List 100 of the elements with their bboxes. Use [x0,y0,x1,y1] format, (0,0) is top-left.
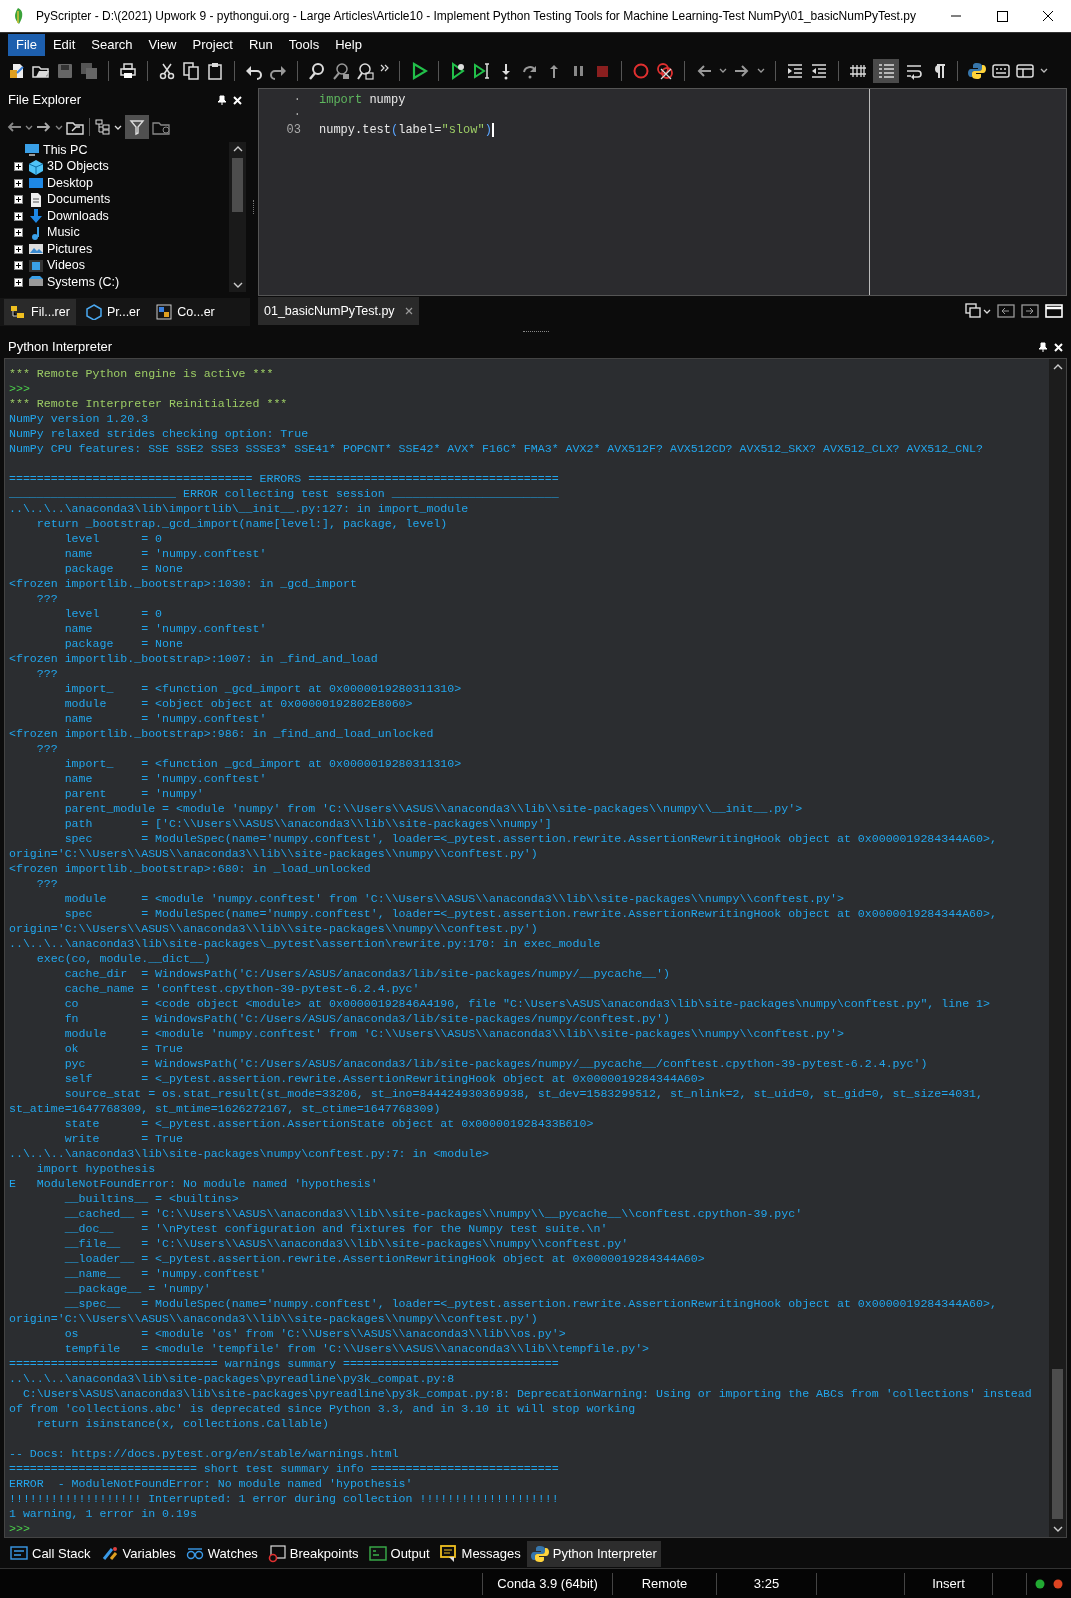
console-line: tempfile = <module 'tempfile' from 'C:\\Users\\ASUS\\anaconda3\\lib\\tempfile.py'> [63,1342,650,1355]
panel-tab[interactable]: Pr...er [79,299,147,325]
panel-tab[interactable]: Output [364,1541,434,1567]
project-icon [85,304,102,320]
code-explorer-icon [156,304,173,320]
expand-icon[interactable] [14,162,23,172]
expand-icon[interactable] [14,195,23,205]
panel-tab[interactable]: Watches [181,1541,262,1567]
hash-icon[interactable] [849,62,867,80]
breakpoint-icon[interactable] [632,62,650,80]
list-icon[interactable] [873,59,899,83]
console-line: cache_dir = WindowsPath('C:/Users/ASUS/anaconda3/lib/site-packages/numpy/__pycache__') [63,967,670,980]
console-line: package = None [63,562,183,575]
status-text: Conda 3.9 (64bit) [497,1574,598,1593]
previous-window-icon[interactable] [997,303,1015,319]
console-line: parent = 'numpy' [63,787,204,800]
console-line: origin='C:\\Users\\ASUS\\anaconda3\\lib\\site-packages\\numpy\\conftest.py') [9,1312,538,1325]
menu-item[interactable]: Help [327,33,370,56]
save-icon[interactable] [56,62,74,80]
menu-item[interactable]: Run [241,33,281,56]
scrollbar-thumb[interactable] [1052,1369,1063,1519]
run-to-cursor-icon[interactable] [473,62,491,80]
message-icon [439,1545,458,1563]
tree-view-icon[interactable] [95,119,111,135]
console-line: E ModuleNotFoundError: No module named 'hypothesis' [9,1177,378,1190]
console-line: __builtins__ = <builtins> [63,1192,239,1205]
menu-item[interactable]: Edit [44,33,84,56]
pin-icon[interactable] [1038,342,1048,352]
console-line: cache_name = 'conftest.cpython-39-pytest-6.2.4.pyc' [63,982,420,995]
panel-tab[interactable]: Messages [435,1541,525,1567]
next-window-icon[interactable] [1021,303,1039,319]
save-all-icon[interactable] [80,62,98,80]
console-line: ??? [35,667,58,680]
cut-icon[interactable] [158,62,176,80]
menu-item[interactable]: Project [184,33,241,56]
expand-icon[interactable] [14,261,23,271]
console-line: __name__ = 'numpy.conftest' [63,1267,267,1280]
menu-item[interactable]: File [8,33,45,56]
new-file-icon[interactable] [8,62,26,80]
breakpoint-window-icon [267,1545,286,1563]
code-token: "slow" [441,123,485,138]
search-icon[interactable] [308,62,326,80]
layout-icon[interactable] [1016,62,1034,80]
folder-search-icon[interactable] [152,119,172,135]
grid-icon[interactable] [992,62,1010,80]
replace-icon[interactable] [356,62,374,80]
console-line: import_ = <function _gcd_import at 0x0000019280311310> [63,757,462,770]
console-line: import_ = <function _gcd_import at 0x0000019280311310> [63,682,462,695]
panel-tab[interactable]: Fil...rer [4,299,76,325]
copy-icon[interactable] [182,62,200,80]
scrollbar[interactable] [229,142,246,292]
menu-item[interactable]: Search [83,33,141,56]
clear-breakpoints-icon[interactable] [656,62,674,80]
code-token: ) [484,123,492,138]
expand-icon[interactable] [14,211,23,221]
tree-item[interactable]: This PC [43,142,88,160]
find-in-files-icon[interactable] [332,62,350,80]
cascade-windows-icon[interactable] [965,303,983,319]
filter-icon[interactable] [125,115,149,139]
line-number: · [293,93,301,107]
panel-tab[interactable]: Co...er [150,299,221,325]
expand-icon[interactable] [14,277,23,287]
scrollbar-thumb[interactable] [232,158,243,212]
console-line: exec(co, module.__dict__) [35,952,211,965]
wrap-icon[interactable] [905,62,923,80]
folder-up-icon[interactable] [66,119,84,135]
console-line: 1 warning, 1 error in 0.19s [9,1507,197,1520]
expand-icon[interactable] [14,178,23,188]
paste-icon[interactable] [206,62,224,80]
panel-tab[interactable]: Breakpoints [263,1541,363,1567]
menu-item[interactable]: Tools [280,33,328,56]
print-icon[interactable] [119,62,137,80]
window-icon[interactable] [1045,303,1063,319]
console-line: <frozen importlib._bootstrap>:986: in _find_and_load_unlocked [9,727,434,740]
indent-icon[interactable] [786,62,804,80]
panel-tab[interactable]: Python Interpreter [526,1541,661,1567]
console-line: -- Docs: https://docs.pytest.org/en/stable/warnings.html [9,1447,399,1460]
status-text: 3:25 [753,1574,780,1593]
scrollbar[interactable] [1049,359,1066,1537]
explorer-icon [10,304,26,320]
console-line: package = None [63,637,183,650]
code-token: numpy.test [319,123,391,138]
console-line: return isinstance(x, collections.Callable) [35,1417,330,1430]
expand-icon[interactable] [14,228,23,238]
run-icon[interactable] [410,62,428,80]
panel-tab[interactable]: Call Stack [6,1541,95,1567]
python-icon[interactable] [968,62,986,80]
status-text: Remote [641,1574,688,1593]
console-line: module = <module 'numpy.conftest' from 'C:\\Users\\ASUS\\anaconda3\\lib\\site-packages\\numpy\\conftest.py'> [63,1027,844,1040]
console-line: =========================== short test summary info =========================== [9,1462,559,1475]
editor-tab[interactable]: 01_basicNumPyTest.py [258,297,419,325]
unindent-icon[interactable] [810,62,828,80]
console-line: name = 'numpy.conftest' [63,622,267,635]
menu-item[interactable]: View [140,33,185,56]
pin-icon[interactable] [217,95,227,105]
panel-tab[interactable]: Variables [96,1541,180,1567]
console-line: level = 0 [63,532,163,545]
expand-icon[interactable] [14,244,23,254]
debug-icon[interactable] [449,62,467,80]
line-number: 03 [286,123,301,137]
